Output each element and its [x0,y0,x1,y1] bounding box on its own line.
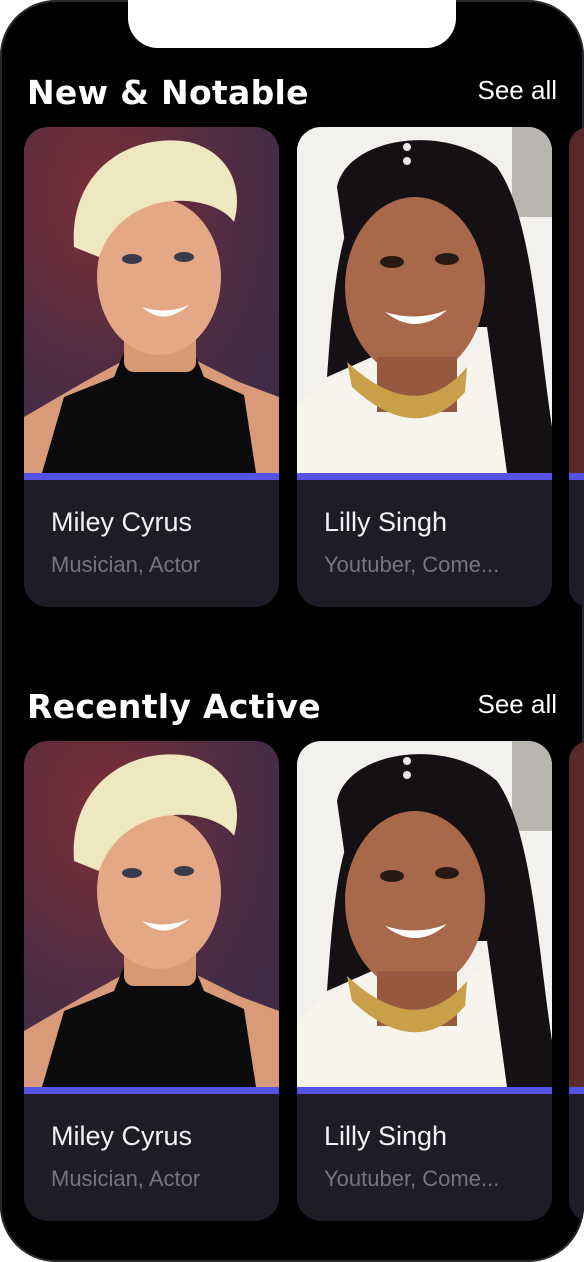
profile-photo [297,127,552,473]
card-role: Musician, Actor [51,552,201,577]
card-name: Miley Cyrus [51,1121,193,1151]
profile-photo [24,741,279,1087]
profile-card-peek[interactable] [569,741,584,1221]
section-header: New & Notable See all [0,73,584,133]
card-name: Lilly Singh [324,507,448,537]
card-accent-bar [569,1087,584,1094]
card-carousel[interactable]: Miley Cyrus Musician, Actor Lilly Singh … [24,127,584,607]
card-accent-bar [24,473,279,480]
card-role: Musician, Actor [51,1166,201,1191]
card-carousel[interactable]: Miley Cyrus Musician, Actor Lilly Singh … [24,741,584,1221]
profile-card[interactable]: Lilly Singh Youtuber, Come... [297,741,552,1221]
section-new-notable: New & Notable See all Miley Cyrus Musici… [0,73,584,607]
card-accent-bar [297,1087,552,1094]
profile-photo [24,127,279,473]
see-all-link[interactable]: See all [478,689,558,720]
phone-screen: New & Notable See all Miley Cyrus Musici… [0,0,584,1262]
section-title: Recently Active [27,687,321,726]
profile-photo [569,741,584,1087]
profile-card[interactable]: Miley Cyrus Musician, Actor [24,127,279,607]
card-role: Youtuber, Come... [324,552,500,577]
card-accent-bar [24,1087,279,1094]
section-title: New & Notable [27,73,309,112]
profile-card-peek[interactable] [569,127,584,607]
card-accent-bar [297,473,552,480]
profile-card[interactable]: Lilly Singh Youtuber, Come... [297,127,552,607]
section-recently-active: Recently Active See all Miley Cyrus Musi… [0,687,584,1221]
profile-photo [569,127,584,473]
see-all-link[interactable]: See all [478,75,558,106]
profile-photo [297,741,552,1087]
card-accent-bar [569,473,584,480]
card-role: Youtuber, Come... [324,1166,500,1191]
profile-card[interactable]: Miley Cyrus Musician, Actor [24,741,279,1221]
card-name: Miley Cyrus [51,507,193,537]
section-header: Recently Active See all [0,687,584,747]
device-notch [128,0,456,48]
card-name: Lilly Singh [324,1121,448,1151]
